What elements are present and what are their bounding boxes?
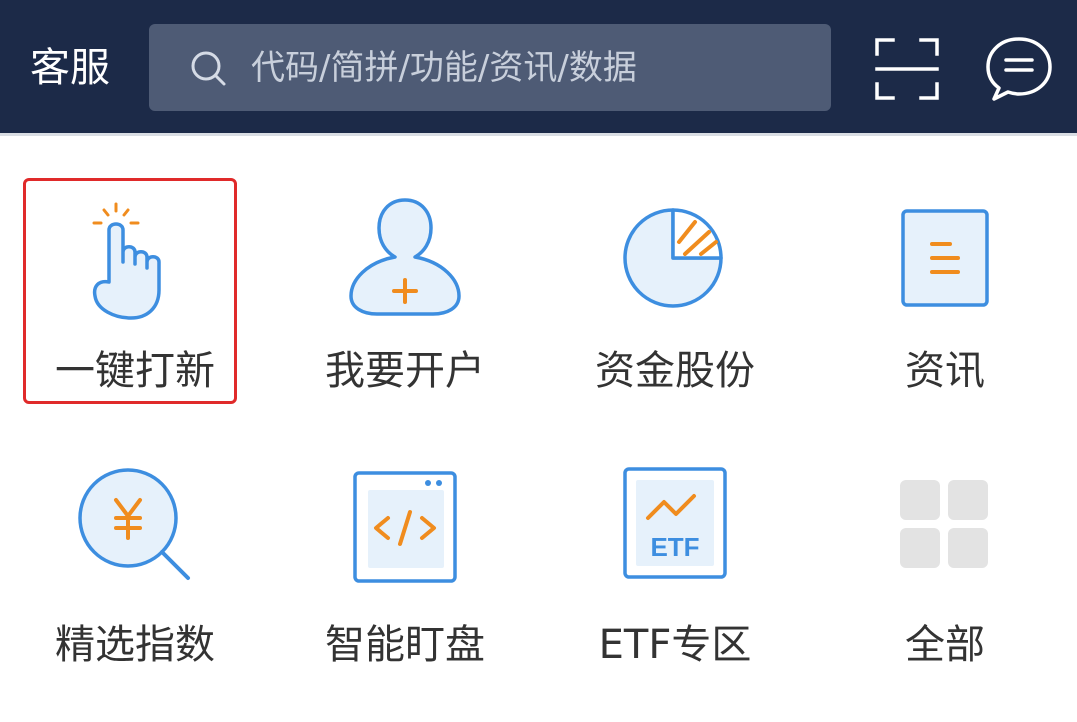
grid-item-label: 全部: [905, 622, 985, 668]
grid-item-label: 精选指数: [55, 622, 215, 668]
etf-icon-text: ETF: [650, 532, 699, 562]
user-add-icon: [349, 198, 461, 316]
message-icon[interactable]: [984, 36, 1054, 102]
grid-item-label: 资金股份: [595, 348, 755, 394]
search-icon: [191, 51, 226, 86]
etf-chart-icon: ETF: [623, 467, 727, 579]
customer-service-link[interactable]: 客服: [30, 40, 110, 96]
search-bar[interactable]: [149, 24, 831, 111]
grid-item-label: 我要开户: [325, 348, 485, 394]
grid-item-smart-watch[interactable]: 智能盯盘: [270, 462, 540, 722]
search-input[interactable]: [249, 38, 813, 98]
grid-item-featured-index[interactable]: 精选指数: [0, 462, 270, 722]
scan-icon[interactable]: [875, 38, 939, 100]
top-bar: 客服: [0, 0, 1077, 133]
grid-item-label: 资讯: [905, 348, 985, 394]
grid-item-funds-shares[interactable]: 资金股份: [540, 178, 810, 438]
grid-item-open-account[interactable]: 我要开户: [270, 178, 540, 438]
header-divider: [0, 133, 1077, 136]
grid-item-label: 智能盯盘: [325, 622, 485, 668]
grid-item-etf-zone[interactable]: ETF ETF专区: [540, 462, 810, 722]
pie-chart-icon: [623, 208, 723, 308]
grid-item-news[interactable]: 资讯: [810, 178, 1077, 438]
highlight-frame: [23, 178, 237, 404]
code-window-icon: [353, 471, 457, 583]
yuan-search-icon: [78, 468, 190, 580]
grid-item-label: ETF专区: [598, 622, 752, 668]
document-icon: [901, 209, 989, 307]
grid-all-icon: [900, 480, 988, 568]
grid-item-all[interactable]: 全部: [810, 462, 1077, 722]
